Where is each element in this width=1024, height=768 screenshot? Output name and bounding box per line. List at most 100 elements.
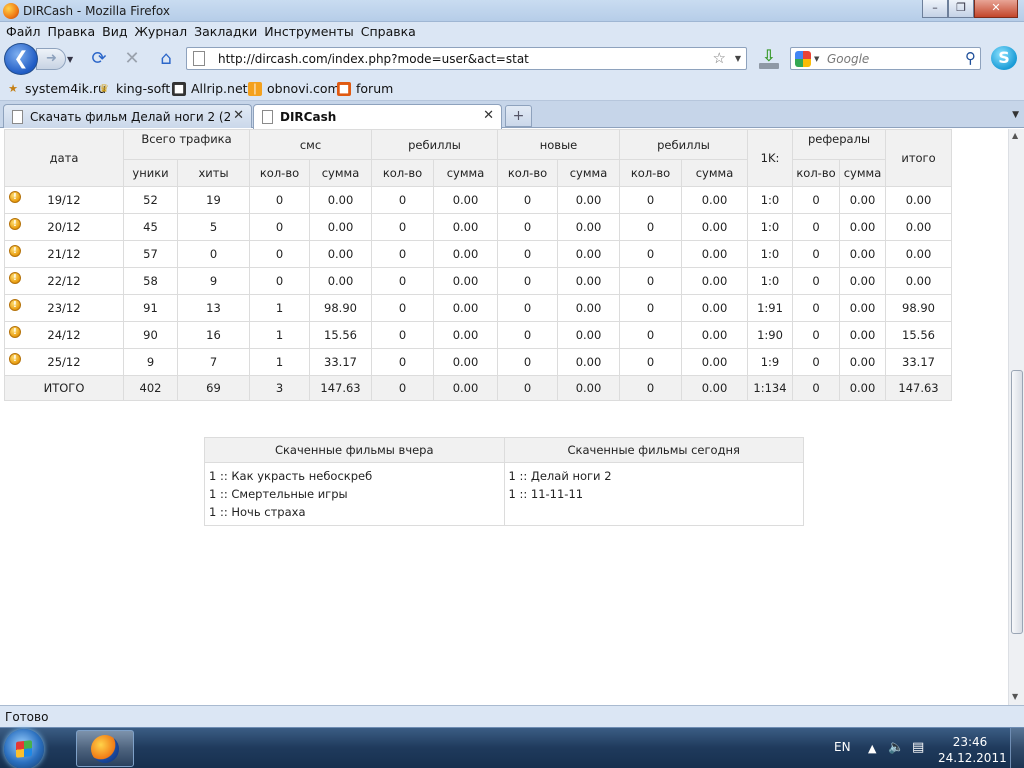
stats-table: дата Всего трафика смс ребиллы новые реб…: [4, 129, 952, 401]
bookmark-obnovi[interactable]: ❘ obnovi.com: [248, 81, 340, 96]
tab-list-dropdown-icon[interactable]: ▼: [1012, 110, 1019, 120]
address-bar[interactable]: http://dircash.com/index.php?mode=user&a…: [186, 47, 747, 70]
search-icon[interactable]: ⚲: [965, 49, 976, 67]
new-tab-button[interactable]: +: [505, 105, 532, 127]
cell-uniques: 58: [123, 267, 178, 295]
cell-uniques: 9: [123, 348, 178, 376]
cell-ref-sum: 0.00: [839, 186, 886, 214]
start-button[interactable]: [4, 729, 44, 768]
cell-date: ! 21/12: [4, 240, 124, 268]
back-button[interactable]: ❮: [4, 43, 38, 75]
url-dropdown-icon[interactable]: ▼: [735, 54, 741, 63]
search-engine-dropdown-icon[interactable]: ▼: [814, 55, 819, 63]
status-text: Готово: [5, 710, 49, 724]
scroll-down-icon[interactable]: ▼: [1012, 692, 1018, 701]
language-indicator[interactable]: EN: [834, 740, 851, 754]
menu-history[interactable]: Журнал: [132, 22, 192, 42]
total-rebills-count: 0: [371, 375, 434, 401]
cell-new-count: 0: [497, 321, 558, 349]
volume-icon[interactable]: 🔈: [888, 740, 904, 755]
cell-sms-count: 1: [249, 348, 310, 376]
bookmarks-toolbar: ★ system4ik.ru ♛ king-soft ■ Allrip.net …: [0, 76, 1024, 101]
stop-button[interactable]: ✕: [121, 49, 143, 71]
total-date: ИТОГО: [4, 375, 124, 401]
subheader: кол-во: [619, 159, 682, 187]
forum-icon: ■: [337, 81, 351, 96]
cell-rebills-sum: 0.00: [433, 186, 498, 214]
network-icon[interactable]: ▤: [912, 740, 924, 755]
bookmark-allrip[interactable]: ■ Allrip.net: [172, 81, 248, 96]
system-clock[interactable]: 23:46 24.12.2011: [938, 734, 1007, 766]
windows-taskbar: EN ▲ 🔈 ▤ 23:46 24.12.2011: [0, 727, 1024, 768]
scroll-up-icon[interactable]: ▲: [1012, 131, 1018, 140]
cell-uniques: 45: [123, 213, 178, 241]
date-text: 24/12: [47, 328, 81, 342]
home-button[interactable]: ⌂: [155, 49, 177, 71]
cell-ratio: 1:90: [747, 321, 793, 349]
window-titlebar[interactable]: DIRCash - Mozilla Firefox – ❐ ✕: [0, 0, 1024, 22]
cell-rebills2-count: 0: [619, 294, 682, 322]
cell-rebills2-count: 0: [619, 213, 682, 241]
url-input[interactable]: http://dircash.com/index.php?mode=user&a…: [218, 52, 529, 66]
header-referrals: рефералы: [792, 129, 886, 160]
header-ratio: 1K:: [747, 129, 793, 187]
vertical-scrollbar[interactable]: ▲ ▼: [1008, 129, 1024, 705]
cell-sms-count: 1: [249, 321, 310, 349]
coin-icon[interactable]: !: [9, 245, 21, 257]
coin-icon[interactable]: !: [9, 191, 21, 203]
tab-dircash[interactable]: DIRCash ✕: [253, 104, 502, 129]
folder-icon: ★: [8, 81, 18, 95]
cell-ref-sum: 0.00: [839, 267, 886, 295]
menu-bookmarks[interactable]: Закладки: [192, 22, 262, 42]
history-dropdown-icon[interactable]: ▼: [67, 55, 73, 64]
cell-sms-count: 0: [249, 213, 310, 241]
bookmark-label: king-soft: [116, 81, 171, 96]
skype-icon[interactable]: S: [991, 46, 1017, 70]
menu-tools[interactable]: Инструменты: [262, 22, 358, 42]
close-tab-icon[interactable]: ✕: [233, 108, 244, 123]
forward-button[interactable]: ➜: [36, 48, 66, 70]
table-row: ! 24/12 90 16 1 15.56 0 0.00 0 0.00 0 0.00 1:90 0 0.00…: [4, 321, 952, 349]
taskbar-firefox-button[interactable]: [76, 730, 134, 767]
bookmark-forum[interactable]: ■ forum: [337, 81, 393, 96]
close-tab-icon[interactable]: ✕: [483, 108, 494, 123]
tab-film[interactable]: Скачать фильм Делай ноги 2 (201... ✕: [3, 104, 252, 128]
header-sms: смс: [249, 129, 372, 160]
coin-icon[interactable]: !: [9, 218, 21, 230]
cell-rebills2-sum: 0.00: [681, 240, 748, 268]
cell-total: 0.00: [885, 186, 952, 214]
bookmark-king-soft[interactable]: ♛ king-soft: [97, 81, 170, 96]
cell-rebills-sum: 0.00: [433, 348, 498, 376]
scrollbar-thumb[interactable]: [1011, 370, 1023, 634]
cell-sms-count: 1: [249, 294, 310, 322]
tab-bar: Скачать фильм Делай ноги 2 (201... ✕ DIR…: [0, 101, 1024, 129]
coin-icon[interactable]: !: [9, 272, 21, 284]
menu-edit[interactable]: Правка: [46, 22, 101, 42]
maximize-button[interactable]: ❐: [948, 0, 974, 18]
clock-date: 24.12.2011: [938, 751, 1007, 765]
bookmark-star-icon[interactable]: ☆: [713, 49, 726, 67]
total-ref-count: 0: [792, 375, 840, 401]
coin-icon[interactable]: !: [9, 326, 21, 338]
search-input[interactable]: Google: [827, 52, 869, 66]
menu-view[interactable]: Вид: [100, 22, 132, 42]
bookmark-system4ik[interactable]: ★ system4ik.ru: [6, 81, 106, 96]
search-bar[interactable]: ▼ Google ⚲: [790, 47, 981, 70]
cell-total: 0.00: [885, 213, 952, 241]
menu-file[interactable]: Файл: [4, 22, 46, 42]
cell-total: 98.90: [885, 294, 952, 322]
cell-new-count: 0: [497, 294, 558, 322]
show-desktop-button[interactable]: [1010, 728, 1024, 768]
close-window-button[interactable]: ✕: [974, 0, 1018, 18]
cell-ref-count: 0: [792, 321, 840, 349]
coin-icon[interactable]: !: [9, 353, 21, 365]
subheader: сумма: [681, 159, 748, 187]
minimize-button[interactable]: –: [922, 0, 948, 18]
google-icon[interactable]: [795, 51, 811, 67]
cell-rebills2-sum: 0.00: [681, 213, 748, 241]
reload-button[interactable]: ⟳: [88, 49, 110, 71]
menu-help[interactable]: Справка: [359, 22, 421, 42]
show-hidden-icons-icon[interactable]: ▲: [868, 742, 876, 755]
coin-icon[interactable]: !: [9, 299, 21, 311]
download-icon[interactable]: ⇩: [758, 46, 780, 70]
